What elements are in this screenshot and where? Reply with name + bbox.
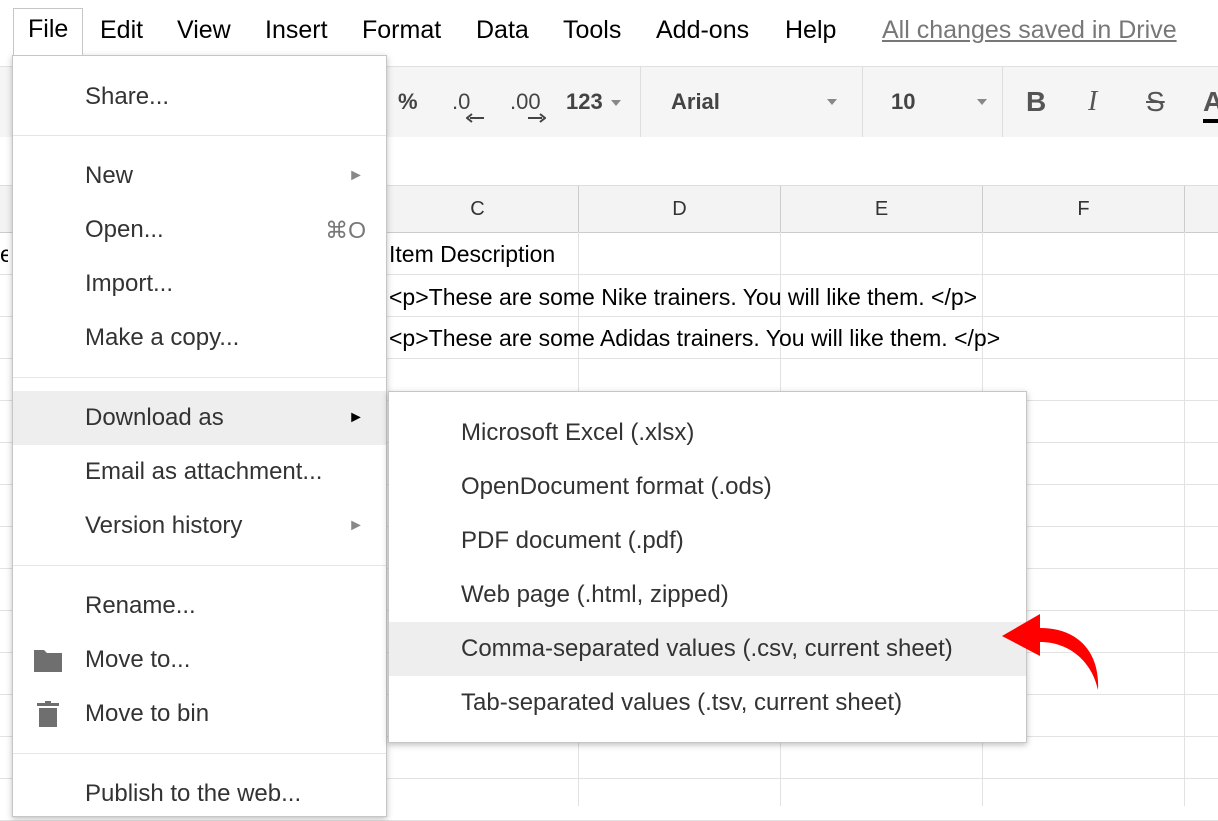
menu-item-label: OpenDocument format (.ods) [461, 473, 772, 500]
menu-file[interactable]: File [13, 8, 84, 55]
submenu-arrow-icon: ► [348, 517, 364, 534]
download-as-submenu: Microsoft Excel (.xlsx) OpenDocument for… [388, 391, 1027, 743]
menu-item-label: Version history [85, 512, 243, 539]
increase-decimal-label: .00 [510, 89, 541, 114]
menu-item-download-as[interactable]: Download as ► [13, 391, 386, 445]
menu-edit[interactable]: Edit [100, 10, 143, 50]
menu-item-label: PDF document (.pdf) [461, 527, 684, 554]
trash-icon [37, 701, 59, 727]
font-size-dropdown[interactable]: 10 [891, 67, 991, 137]
download-option-html[interactable]: Web page (.html, zipped) [389, 568, 1026, 622]
text-color-button[interactable]: A [1203, 67, 1218, 137]
chevron-down-icon [827, 99, 837, 105]
cell-clipped-text: e [0, 241, 8, 267]
menu-item-label: Move to bin [85, 700, 210, 727]
menu-item-label: Download as [85, 404, 224, 431]
menu-item-label: New [85, 162, 134, 189]
menu-item-open[interactable]: Open... ⌘O [13, 203, 386, 257]
menu-item-new[interactable]: New ► [13, 149, 386, 203]
arrow-right-icon [528, 113, 546, 123]
grid-line [1184, 232, 1185, 806]
menu-view[interactable]: View [177, 10, 231, 50]
menu-format[interactable]: Format [362, 10, 441, 50]
menu-item-email-attachment[interactable]: Email as attachment... [13, 445, 386, 499]
font-family-value: Arial [671, 89, 720, 114]
arrow-left-icon [466, 113, 484, 123]
toolbar-divider [640, 67, 641, 137]
menu-item-label: Email as attachment... [85, 458, 323, 485]
shortcut-label: ⌘O [325, 217, 366, 243]
menu-item-publish[interactable]: Publish to the web... [13, 767, 386, 821]
menu-item-label: Open... [85, 216, 164, 243]
download-option-csv[interactable]: Comma-separated values (.csv, current sh… [389, 622, 1026, 676]
chevron-down-icon [610, 100, 621, 107]
toolbar-divider [1002, 67, 1003, 137]
download-option-pdf[interactable]: PDF document (.pdf) [389, 514, 1026, 568]
menu-item-version-history[interactable]: Version history ► [13, 499, 386, 553]
font-family-dropdown[interactable]: Arial [671, 67, 841, 137]
decrease-decimal-label: .0 [452, 89, 471, 114]
download-option-ods[interactable]: OpenDocument format (.ods) [389, 460, 1026, 514]
strikethrough-button[interactable]: S [1146, 67, 1165, 137]
chevron-down-icon [977, 99, 987, 105]
format-percent-button[interactable]: % [398, 67, 418, 137]
menu-item-label: Web page (.html, zipped) [461, 581, 729, 608]
menu-item-label: Import... [85, 270, 174, 297]
font-size-value: 10 [891, 89, 916, 114]
menu-item-label: Rename... [85, 592, 196, 619]
column-header-c[interactable]: C [377, 186, 579, 233]
menu-item-label: Microsoft Excel (.xlsx) [461, 419, 695, 446]
submenu-arrow-icon: ► [348, 167, 364, 184]
text-color-label: A [1203, 86, 1218, 117]
cell-c2[interactable]: <p>These are some Nike trainers. You wil… [389, 284, 977, 311]
menu-item-move-to[interactable]: Move to... [13, 633, 386, 687]
cell-c1[interactable]: Item Description [389, 241, 575, 268]
menu-item-share[interactable]: Share... [13, 70, 386, 124]
menu-item-label: Move to... [85, 646, 191, 673]
menu-item-label: Make a copy... [85, 324, 240, 351]
increase-decimal-button[interactable]: .00 [510, 67, 546, 137]
menu-help[interactable]: Help [785, 10, 836, 50]
italic-button[interactable]: I [1088, 67, 1097, 137]
submenu-arrow-icon: ► [348, 409, 364, 426]
menu-addons[interactable]: Add-ons [656, 10, 749, 50]
menu-divider [13, 135, 386, 136]
decrease-decimal-button[interactable]: .0 [452, 67, 484, 137]
bold-button[interactable]: B [1026, 67, 1046, 137]
column-header-d[interactable]: D [579, 186, 781, 233]
menu-divider [13, 377, 386, 378]
menu-item-label: Comma-separated values (.csv, current sh… [461, 635, 953, 662]
download-option-xlsx[interactable]: Microsoft Excel (.xlsx) [389, 406, 1026, 460]
menu-insert[interactable]: Insert [265, 10, 328, 50]
cell-c3[interactable]: <p>These are some Adidas trainers. You w… [389, 325, 1000, 352]
column-header-g[interactable] [1185, 186, 1218, 233]
number-format-label: 123 [566, 89, 603, 114]
number-format-dropdown[interactable]: 123 [566, 67, 621, 137]
menu-item-import[interactable]: Import... [13, 257, 386, 311]
column-header-e[interactable]: E [781, 186, 983, 233]
download-option-tsv[interactable]: Tab-separated values (.tsv, current shee… [389, 676, 1026, 730]
menu-divider [13, 753, 386, 754]
menu-bar: File Edit View Insert Format Data Tools … [0, 0, 1218, 58]
menu-item-move-to-bin[interactable]: Move to bin [13, 687, 386, 741]
menu-divider [13, 565, 386, 566]
menu-tools[interactable]: Tools [563, 10, 621, 50]
menu-item-label: Share... [85, 83, 170, 110]
toolbar-divider [862, 67, 863, 137]
file-menu: Share... New ► Open... ⌘O Import... Make a… [12, 55, 387, 817]
folder-icon [34, 650, 62, 672]
menu-data[interactable]: Data [476, 10, 529, 50]
save-status-link[interactable]: All changes saved in Drive [882, 10, 1177, 50]
menu-item-label: Publish to the web... [85, 780, 302, 807]
curved-arrow-icon [1002, 614, 1099, 690]
menu-item-rename[interactable]: Rename... [13, 579, 386, 633]
menu-item-label: Tab-separated values (.tsv, current shee… [461, 689, 903, 716]
text-color-swatch [1203, 119, 1218, 123]
menu-item-make-copy[interactable]: Make a copy... [13, 311, 386, 365]
column-header-f[interactable]: F [983, 186, 1185, 233]
